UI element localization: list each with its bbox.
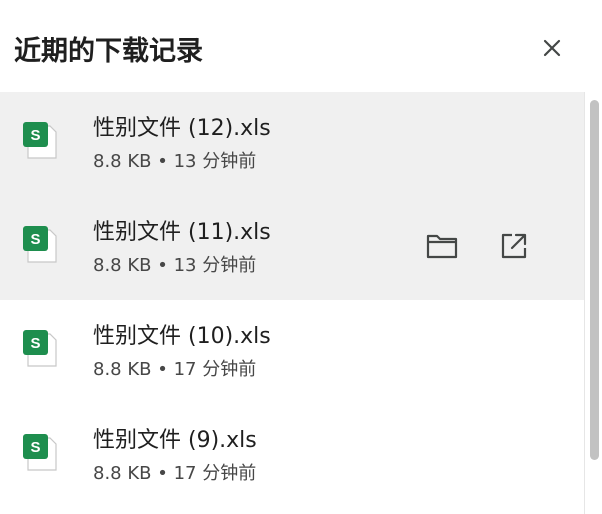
download-time: 17 分钟前 [173,463,257,484]
download-item[interactable]: S 性别文件 (10).xls 8.8 KB • 17 分钟前 [0,300,584,404]
close-button[interactable] [534,30,570,66]
file-name[interactable]: 性别文件 (11).xls [93,218,271,248]
meta-separator: • [157,359,168,380]
meta-separator: • [157,463,168,484]
spreadsheet-icon: S [23,330,57,367]
folder-icon [426,234,458,259]
downloads-header: 近期的下载记录 [0,0,602,92]
file-size: 8.8 KB [93,255,152,276]
spreadsheet-icon-letter: S [30,127,40,144]
downloads-list: S 性别文件 (12).xls 8.8 KB • 13 分钟前 S 性别文件 (… [0,92,584,514]
panel-title: 近期的下载记录 [14,36,203,67]
spreadsheet-icon-letter: S [30,335,40,352]
file-size: 8.8 KB [93,151,152,172]
file-meta: 8.8 KB • 17 分钟前 [93,462,256,486]
spreadsheet-icon: S [23,122,57,159]
download-time: 13 分钟前 [173,255,257,276]
scrollbar-thumb[interactable] [590,100,599,460]
file-name[interactable]: 性别文件 (12).xls [93,114,271,144]
download-time: 17 分钟前 [173,359,257,380]
meta-separator: • [157,255,168,276]
file-meta: 8.8 KB • 17 分钟前 [93,358,256,382]
open-file-button[interactable] [494,226,534,266]
file-name[interactable]: 性别文件 (10).xls [93,322,271,352]
download-item[interactable]: S 性别文件 (12).xls 8.8 KB • 13 分钟前 [0,92,584,196]
close-icon [543,39,561,57]
meta-separator: • [157,151,168,172]
spreadsheet-icon: S [23,226,57,263]
spreadsheet-icon-letter: S [30,439,40,456]
file-name[interactable]: 性别文件 (9).xls [93,426,257,456]
file-size: 8.8 KB [93,463,152,484]
spreadsheet-icon-letter: S [30,231,40,248]
file-size: 8.8 KB [93,359,152,380]
scrollbar[interactable] [584,92,602,514]
file-meta: 8.8 KB • 13 分钟前 [93,150,256,174]
file-meta: 8.8 KB • 13 分钟前 [93,254,256,278]
show-in-folder-button[interactable] [422,226,462,266]
download-item[interactable]: S 性别文件 (9).xls 8.8 KB • 17 分钟前 [0,404,584,508]
open-external-icon [501,233,527,259]
spreadsheet-icon: S [23,434,57,471]
download-item[interactable]: S 性别文件 (11).xls 8.8 KB • 13 分钟前 [0,196,584,300]
download-time: 13 分钟前 [173,151,257,172]
downloads-panel: 近期的下载记录 S 性别文件 (12).xls 8.8 KB • 13 分钟前 [0,0,602,514]
